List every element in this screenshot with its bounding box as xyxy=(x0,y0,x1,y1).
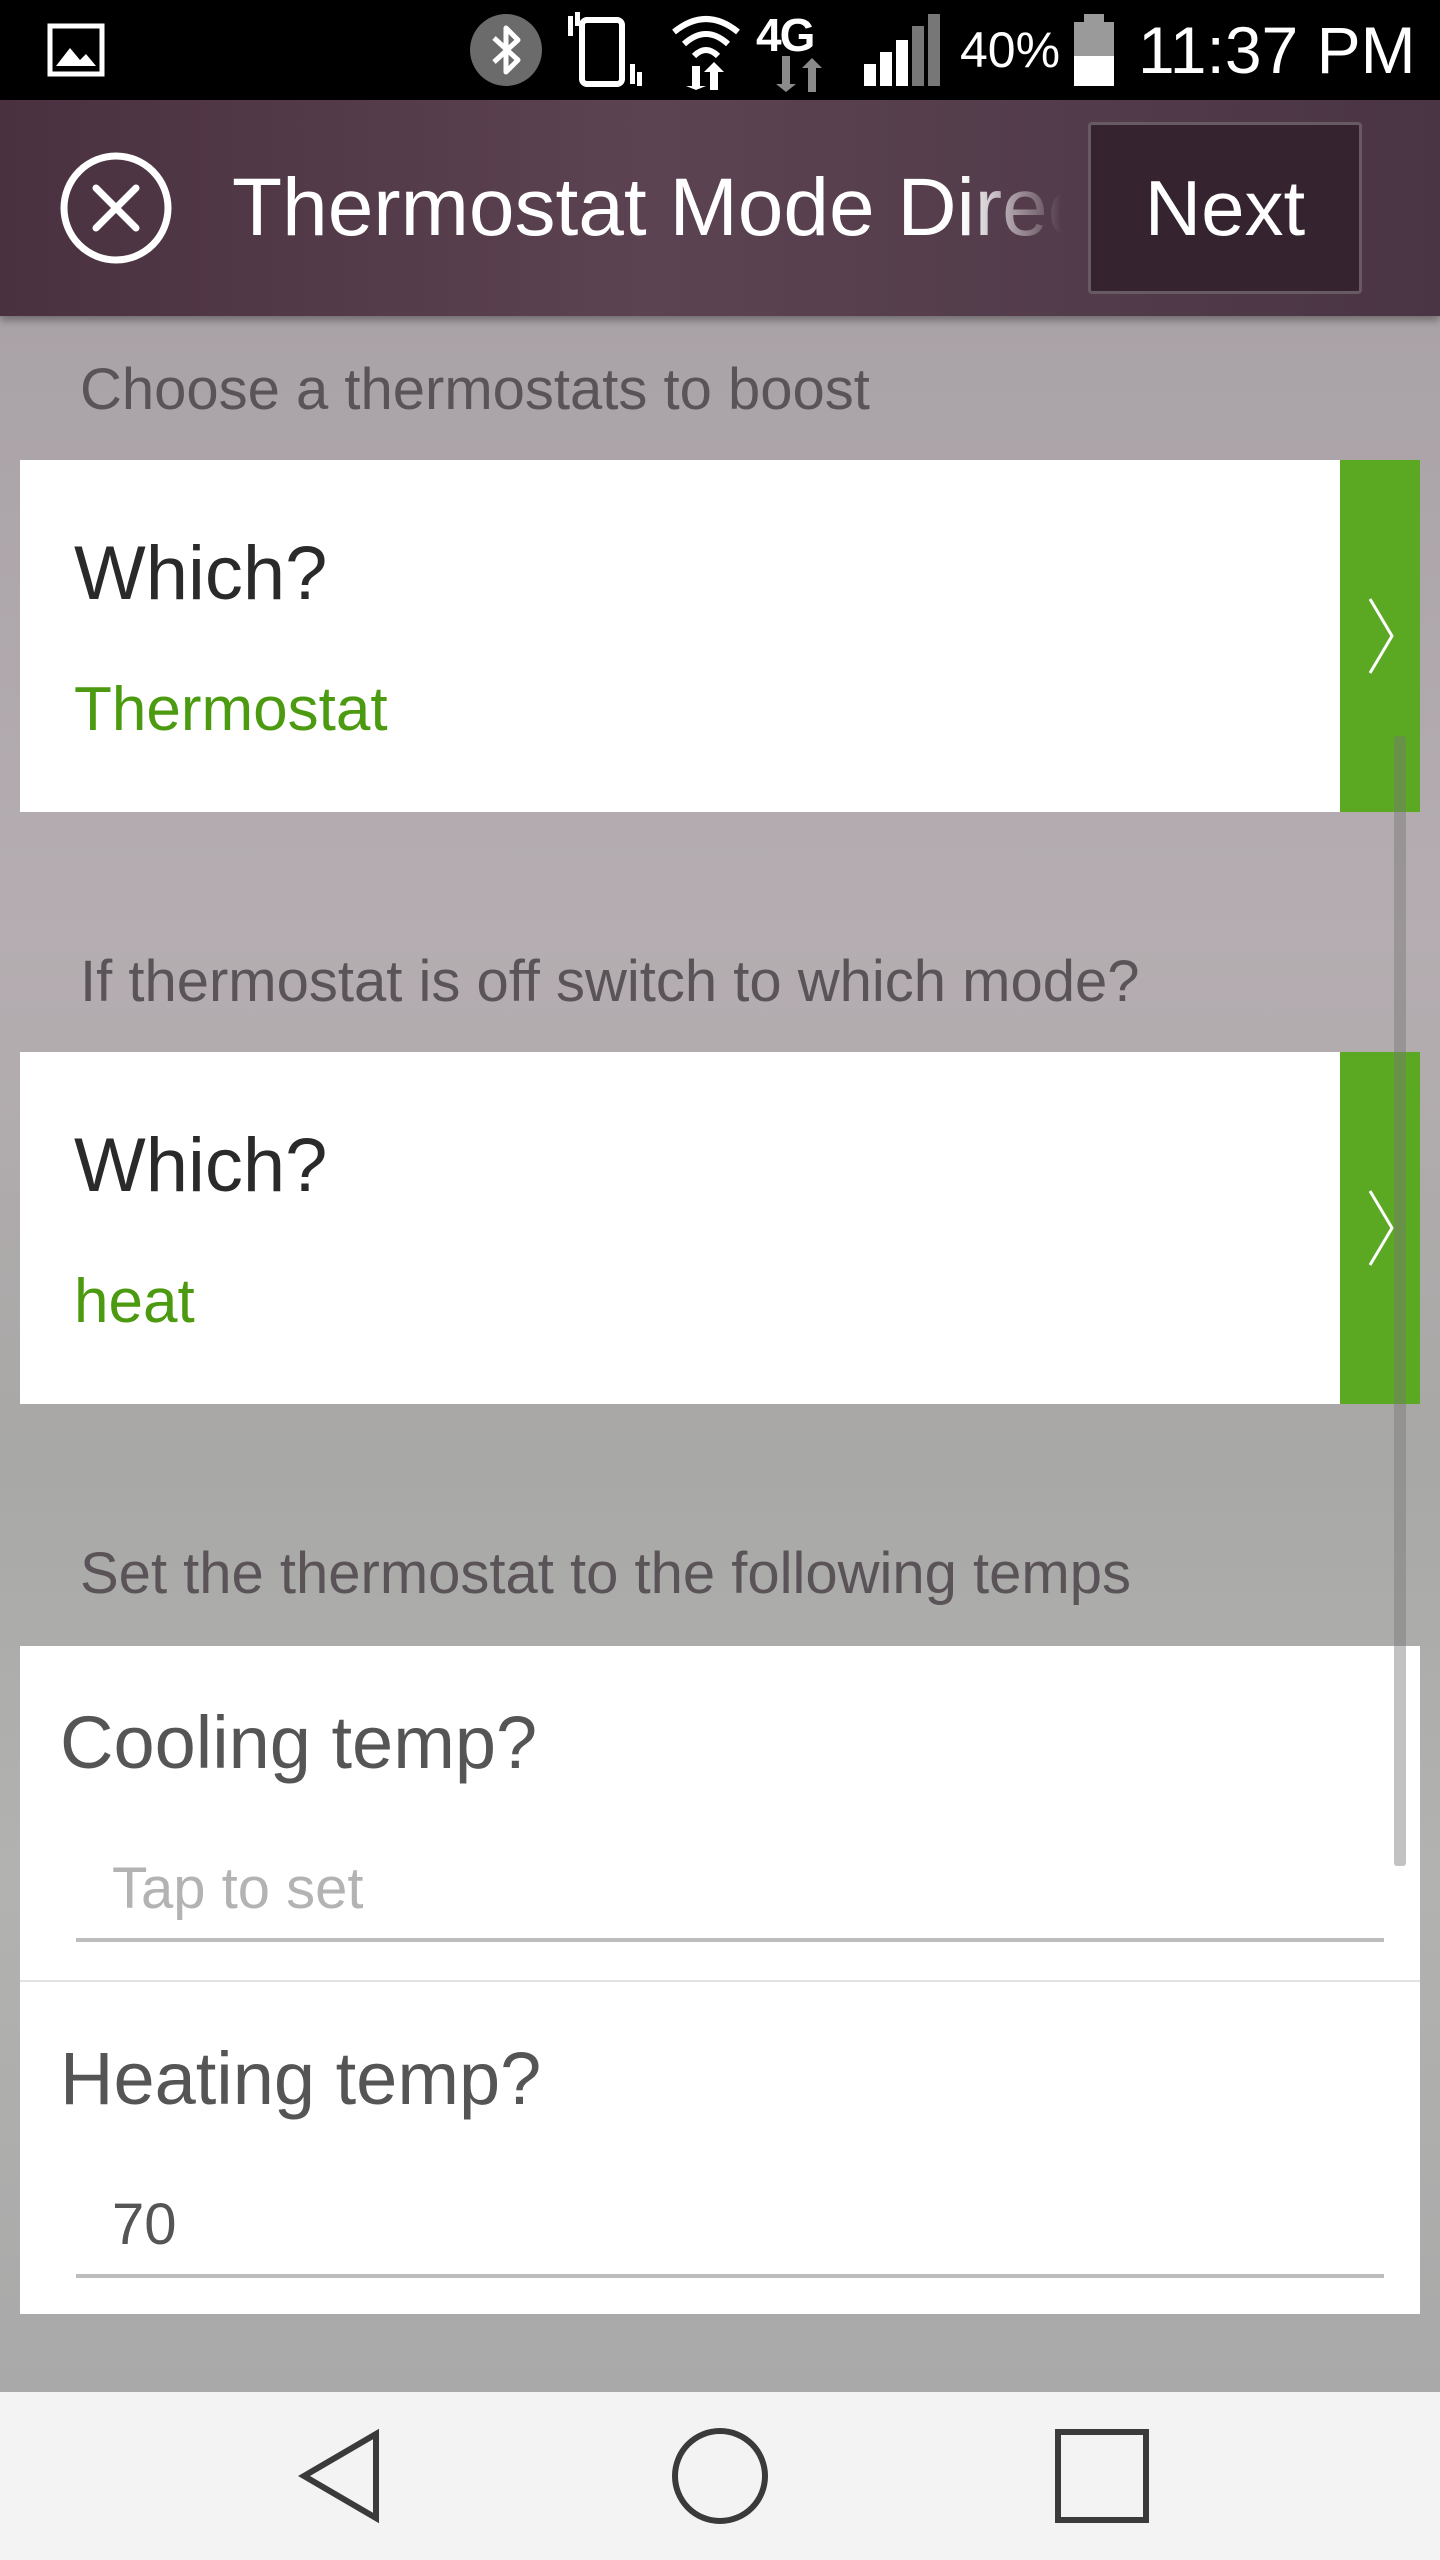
signal-icon xyxy=(862,0,944,100)
image-notification-icon xyxy=(46,0,106,100)
clock: 11:37 PM xyxy=(1138,13,1416,87)
wifi-icon xyxy=(670,0,742,100)
cooling-temp-label: Cooling temp? xyxy=(60,1701,538,1784)
temps-section-label: Set the thermostat to the following temp… xyxy=(80,1541,1131,1606)
chevron-right-icon[interactable] xyxy=(1340,460,1420,812)
content-scroll-area[interactable]: Choose a thermostats to boost Which? The… xyxy=(0,316,1440,2392)
next-button[interactable]: Next xyxy=(1088,122,1362,294)
back-icon[interactable] xyxy=(280,2414,404,2538)
thermostat-question: Which? xyxy=(74,531,328,616)
chevron-right-icon[interactable] xyxy=(1340,1052,1420,1404)
temps-card: Cooling temp? Heating temp? xyxy=(20,1646,1420,2314)
cooling-temp-input[interactable] xyxy=(76,1846,1384,1942)
recents-icon[interactable] xyxy=(1040,2414,1164,2538)
battery-percent: 40% xyxy=(960,22,1061,78)
status-bar: 4G 40% 11:37 PM xyxy=(0,0,1440,100)
mode-select-card[interactable]: Which? heat xyxy=(20,1052,1420,1404)
4g-lte-icon: 4G xyxy=(756,0,852,100)
thermostat-select-card[interactable]: Which? Thermostat xyxy=(20,460,1420,812)
thermostat-value: Thermostat xyxy=(74,675,388,744)
navigation-bar xyxy=(0,2392,1440,2560)
close-circle-icon[interactable] xyxy=(58,150,174,266)
page-title: Thermostat Mode Director xyxy=(232,162,1062,253)
cooling-temp-block: Cooling temp? xyxy=(20,1646,1420,1980)
mode-question: Which? xyxy=(74,1123,328,1208)
mode-section-label: If thermostat is off switch to which mod… xyxy=(80,949,1140,1014)
bluetooth-icon xyxy=(468,0,544,100)
home-icon[interactable] xyxy=(658,2414,782,2538)
battery-icon xyxy=(1070,0,1118,100)
heating-temp-block: Heating temp? xyxy=(20,1982,1420,2316)
thermostat-section-label: Choose a thermostats to boost xyxy=(80,357,870,422)
mode-value: heat xyxy=(74,1267,195,1336)
app-bar: Thermostat Mode Director Next xyxy=(0,100,1440,316)
scrollbar[interactable] xyxy=(1394,736,1406,1866)
heating-temp-input[interactable] xyxy=(76,2182,1384,2278)
vibrate-icon xyxy=(562,0,646,100)
heating-temp-label: Heating temp? xyxy=(60,2037,542,2120)
